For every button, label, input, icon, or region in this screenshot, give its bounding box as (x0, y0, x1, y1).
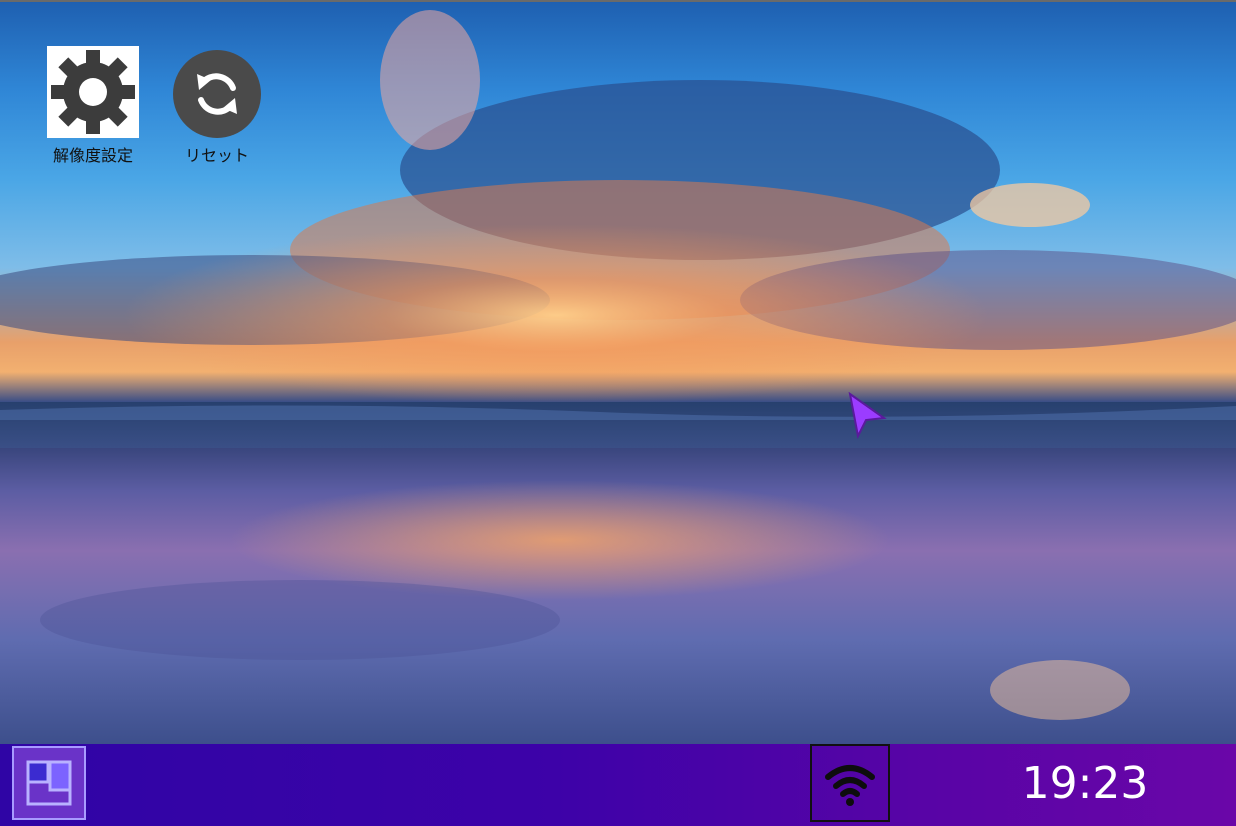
taskbar: 19:23 (0, 744, 1236, 826)
wifi-icon (825, 765, 875, 806)
mouse-pointer-icon (848, 392, 887, 440)
desktop-wallpaper: 解像度設定 リセット (0, 0, 1236, 744)
top-border (0, 0, 1236, 2)
wifi-button[interactable] (810, 744, 890, 822)
desktop-icon-label: 解像度設定 (52, 146, 133, 165)
start-menu-icon (26, 760, 72, 806)
desktop-icon-resolution-settings[interactable]: 解像度設定 (33, 46, 153, 166)
desktop-icon-reset[interactable]: リセット (157, 50, 277, 166)
desktop-icon-label: リセット (184, 146, 249, 165)
refresh-icon (173, 50, 261, 138)
taskbar-clock: 19:23 (1021, 758, 1149, 809)
gear-icon (47, 46, 139, 138)
start-menu-button[interactable] (12, 746, 86, 820)
